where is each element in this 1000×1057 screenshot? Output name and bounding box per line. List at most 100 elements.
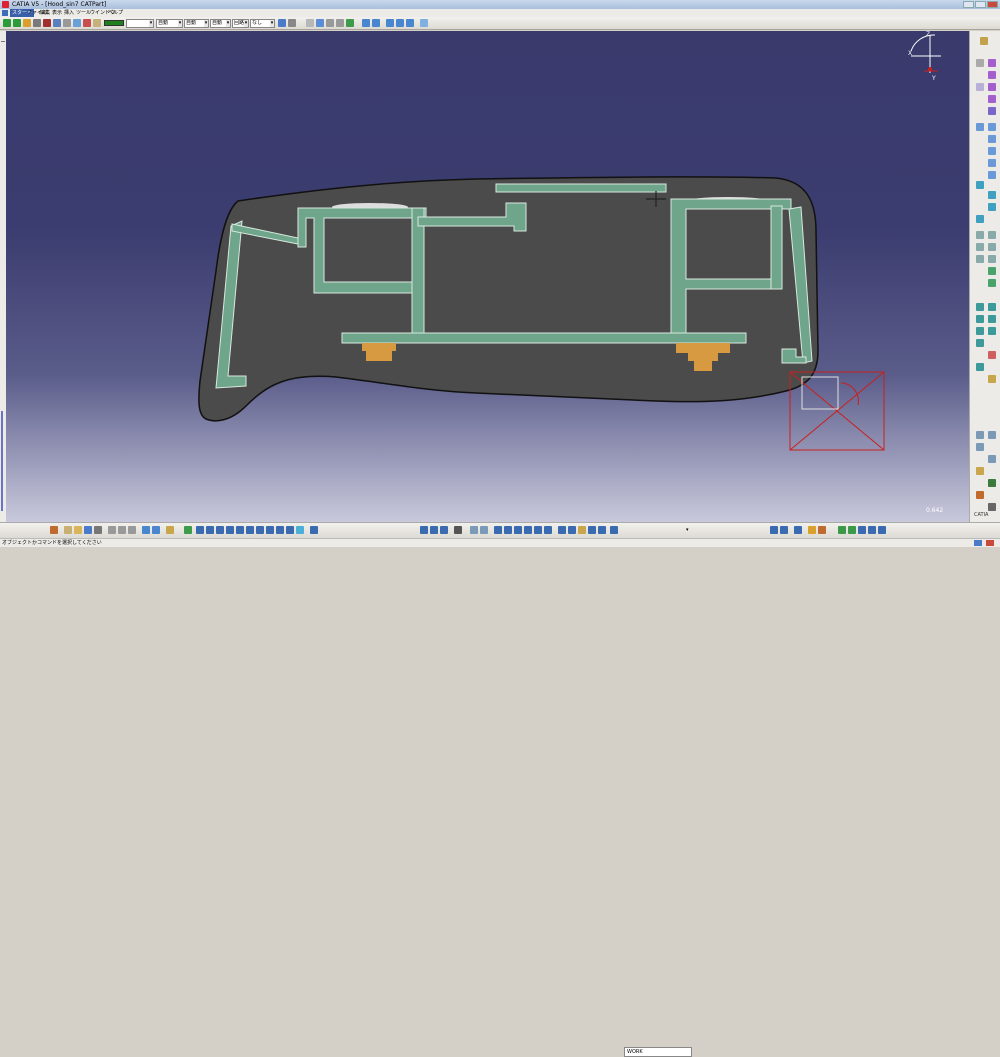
apply-material-icon[interactable] (494, 526, 502, 534)
menu-help[interactable]: ヘルプ (108, 9, 123, 17)
intersection-icon[interactable] (988, 279, 996, 287)
camera-icon[interactable] (454, 526, 462, 534)
plane-icon[interactable] (396, 19, 404, 27)
undo-icon[interactable] (326, 19, 334, 27)
fill-icon[interactable] (93, 19, 101, 27)
paint-brush-icon[interactable] (278, 19, 286, 27)
layer-prefix-dropdown[interactable]: 回路 (232, 19, 249, 28)
boundary-icon[interactable] (988, 171, 996, 179)
axis-system-icon[interactable] (558, 526, 566, 534)
analysis-icon[interactable] (372, 19, 380, 27)
redo-icon[interactable] (336, 19, 344, 27)
compass-widget[interactable] (910, 34, 941, 73)
thickness-icon[interactable] (988, 123, 996, 131)
select-arrow-icon[interactable] (976, 59, 984, 67)
pan-view-icon[interactable] (206, 526, 214, 534)
annotation-icon[interactable] (504, 526, 512, 534)
maximize-button[interactable] (975, 1, 986, 8)
macro-icon[interactable] (976, 467, 984, 475)
document-icon[interactable] (2, 10, 8, 16)
dimension-icon[interactable] (440, 526, 448, 534)
command-icon[interactable] (974, 540, 982, 546)
open-folder-icon[interactable] (74, 526, 82, 534)
print-icon[interactable] (94, 526, 102, 534)
menu-view[interactable]: 表示 (52, 9, 62, 17)
reorder-icon[interactable] (988, 503, 996, 511)
publish-icon[interactable] (838, 526, 846, 534)
menu-insert[interactable]: 挿入 (64, 9, 74, 17)
define-work-object-icon[interactable] (610, 526, 618, 534)
measure-item-icon[interactable] (480, 526, 488, 534)
quick-view-icon[interactable] (858, 526, 866, 534)
multi-view-icon[interactable] (310, 526, 318, 534)
new-file-icon[interactable] (64, 526, 72, 534)
distance-icon[interactable] (988, 315, 996, 323)
work-object-field[interactable] (624, 1047, 692, 1057)
render-icon[interactable] (296, 526, 304, 534)
line-icon[interactable] (420, 19, 428, 27)
rotate-view-icon[interactable] (216, 526, 224, 534)
zoom-in-icon[interactable] (226, 526, 234, 534)
connect-check-icon[interactable] (976, 315, 984, 323)
magnet-icon[interactable] (83, 19, 91, 27)
stop-icon[interactable] (986, 540, 994, 546)
compass-reset-icon[interactable] (588, 526, 596, 534)
sketcher-icon[interactable] (420, 526, 428, 534)
snap-icon[interactable] (43, 19, 51, 27)
properties-icon[interactable] (288, 19, 296, 27)
workbench-icon[interactable] (980, 37, 988, 45)
help-icon[interactable] (166, 526, 174, 534)
menu-edit[interactable]: 編集 (40, 9, 50, 17)
rotate-feature-icon[interactable] (988, 191, 996, 199)
cut-icon[interactable] (108, 526, 116, 534)
blend-icon[interactable] (988, 107, 996, 115)
plane-system-icon[interactable] (770, 526, 778, 534)
undo-icon[interactable] (142, 526, 150, 534)
symmetry-icon[interactable] (988, 203, 996, 211)
sketch-icon[interactable] (386, 19, 394, 27)
record-icon[interactable] (988, 351, 996, 359)
curvature-icon[interactable] (988, 303, 996, 311)
move-icon[interactable] (3, 19, 11, 27)
extrude-icon[interactable] (988, 59, 996, 67)
loft-icon[interactable] (988, 95, 996, 103)
section-icon[interactable] (988, 327, 996, 335)
measure-icon[interactable] (33, 19, 41, 27)
plane-feature-icon[interactable] (976, 243, 984, 251)
copy-icon[interactable] (118, 526, 126, 534)
measure-between-icon[interactable] (470, 526, 478, 534)
swap-space-icon[interactable] (286, 526, 294, 534)
normal-view-icon[interactable] (246, 526, 254, 534)
generative-icon[interactable] (818, 526, 826, 534)
translate-icon[interactable] (976, 181, 984, 189)
constraint-icon[interactable] (430, 526, 438, 534)
sweep-icon[interactable] (988, 83, 996, 91)
pattern-icon[interactable] (780, 526, 788, 534)
iso-view-icon[interactable] (256, 526, 264, 534)
save-icon[interactable] (84, 526, 92, 534)
projection-icon[interactable] (988, 267, 996, 275)
shading-icon[interactable] (266, 526, 274, 534)
linetype-dropdown[interactable]: 自動 (184, 19, 209, 28)
3d-viewport[interactable]: X Z Y 0.642 (6, 31, 969, 522)
parameter-icon[interactable] (976, 443, 984, 451)
layer-dropdown[interactable]: なし (250, 19, 275, 28)
check-feature-icon[interactable] (988, 479, 996, 487)
draft-analysis-icon[interactable] (524, 526, 532, 534)
split-icon[interactable] (988, 147, 996, 155)
scroll-indicator[interactable] (1, 411, 3, 511)
work-field-chevron-down-icon[interactable]: ▾ (686, 527, 689, 533)
rotate-icon[interactable] (23, 19, 31, 27)
work-object-icon[interactable] (598, 526, 606, 534)
analysis-draft-icon[interactable] (976, 303, 984, 311)
join-icon[interactable] (988, 159, 996, 167)
knowledge-icon[interactable] (976, 431, 984, 439)
scale-icon[interactable] (976, 215, 984, 223)
menu-tools[interactable]: ツール (76, 9, 91, 17)
trim-icon[interactable] (988, 135, 996, 143)
grid-view-icon[interactable] (544, 526, 552, 534)
revolve-icon[interactable] (988, 71, 996, 79)
circle-icon[interactable] (976, 255, 984, 263)
transparency-dropdown[interactable]: 自動 (156, 19, 183, 28)
tools-icon[interactable] (50, 526, 58, 534)
